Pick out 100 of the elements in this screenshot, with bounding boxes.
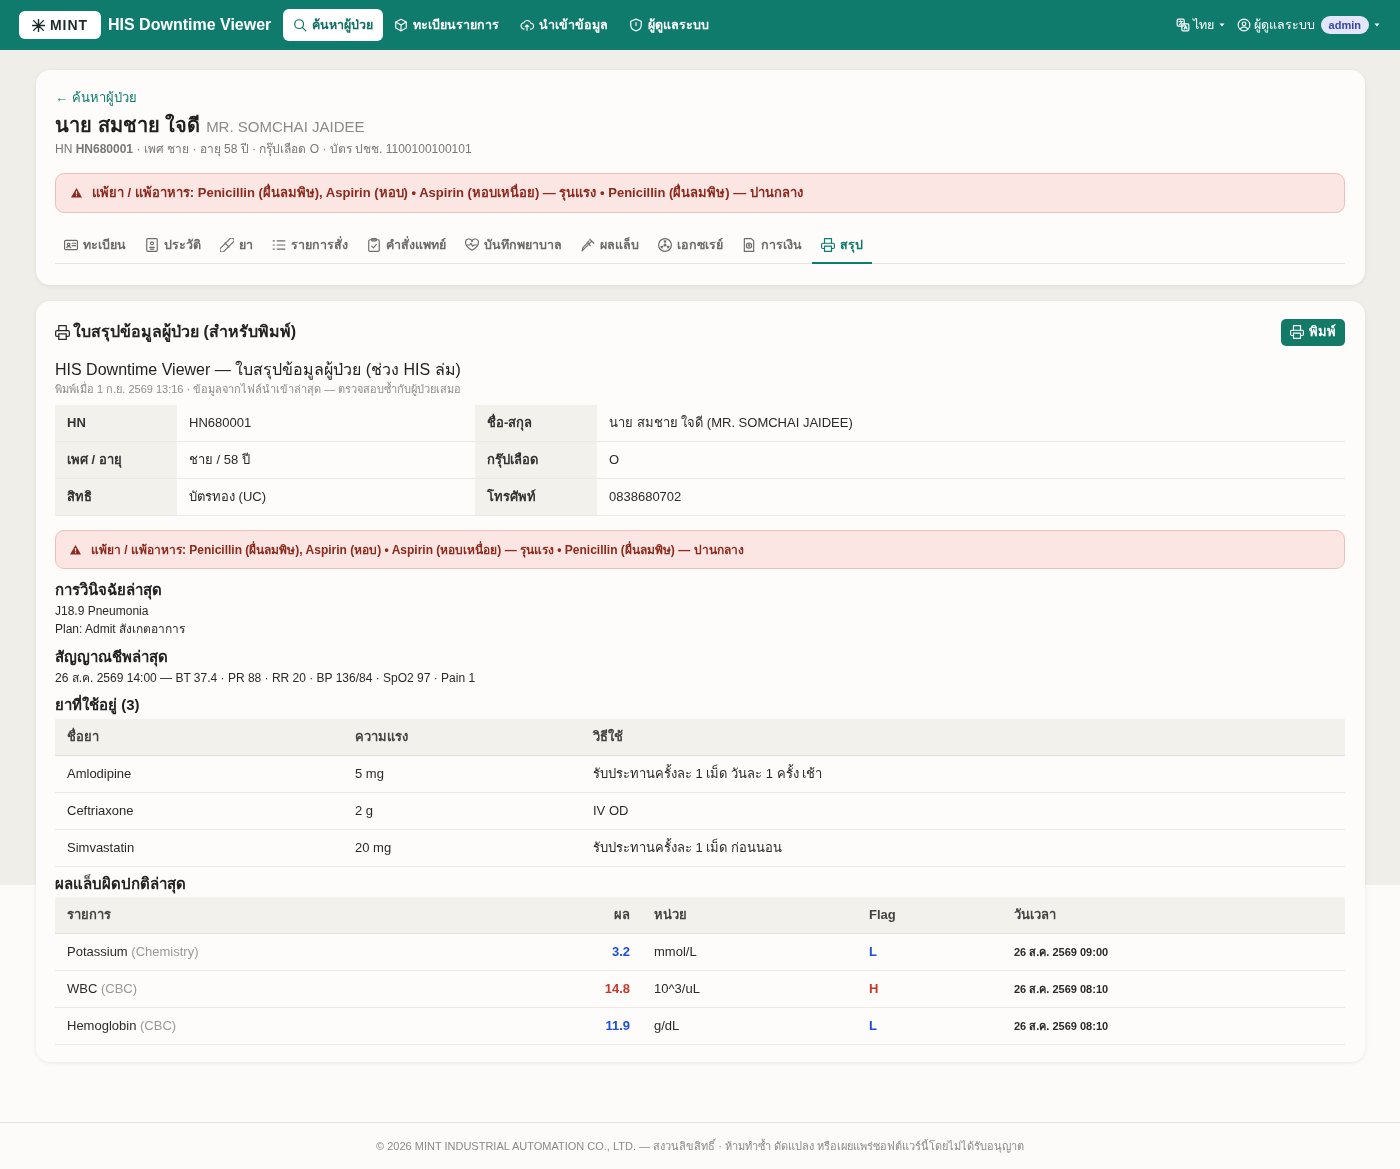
table-cell: mmol/L [642, 933, 857, 971]
allergy-alert-text: แพ้ยา / แพ้อาหาร: Penicillin (ผื่นลมพิษ), Aspirin (หอบ) • Aspirin (หอบเหนื่อย) — รุนแรง • Penicillin (ผื่นลมพิษ) — ปานกลาง [92, 184, 803, 202]
print-button[interactable]: พิมพ์ [1281, 318, 1345, 346]
field-value: O [597, 441, 1345, 479]
field-label: HN [55, 405, 177, 442]
tab[interactable]: คำสั่งแพทย์ [358, 228, 455, 264]
table-cell: รับประทานครั้งละ 1 เม็ด วันละ 1 ครั้ง เช้า [581, 755, 1345, 793]
section-title: ใบสรุปข้อมูลผู้ป่วย (สำหรับพิมพ์) [73, 321, 297, 343]
receipt-icon [742, 238, 756, 252]
role-badge: admin [1320, 16, 1369, 34]
printer-icon [821, 238, 835, 252]
logo-mark-icon [31, 18, 45, 32]
table-cell: 5 mg [343, 755, 581, 793]
pill-icon [220, 238, 234, 252]
tab[interactable]: สรุป [812, 228, 872, 264]
lab-result: 3.2 [580, 933, 642, 971]
lab-flag: H [857, 970, 1002, 1008]
lab-test-name: Hemoglobin [67, 1018, 137, 1033]
lab-test-name: WBC [67, 981, 98, 996]
column-header: ผล [580, 897, 642, 934]
tab[interactable]: ผลแล็บ [572, 228, 648, 264]
section-heading: ยาที่ใช้อยู่ (3) [55, 695, 141, 715]
table-cell: 20 mg [343, 829, 581, 867]
lab-flag: L [857, 933, 1002, 971]
lab-result: 14.8 [580, 970, 642, 1008]
tab[interactable]: ทะเบียน [55, 228, 135, 264]
field-value: นาย สมชาย ใจดี (MR. SOMCHAI JAIDEE) [597, 405, 1345, 442]
allergy-alert-text: แพ้ยา / แพ้อาหาร: Penicillin (ผื่นลมพิษ), Aspirin (หอบ) • Aspirin (หอบเหนื่อย) — รุนแรง • Penicillin (ผื่นลมพิษ) — ปานกลาง [91, 540, 744, 559]
user-icon [1236, 18, 1251, 32]
section-heading: การวินิจฉัยล่าสุด [55, 580, 163, 600]
table-cell: 10^3/uL [642, 970, 857, 1008]
vitals-text: 26 ส.ค. 2569 14:00 — BT 37.4 · PR 88 · RR 20 · BP 136/84 · SpO2 97 · Pain 1 [55, 670, 477, 687]
warning-icon [70, 187, 83, 199]
section-heading: สัญญาณชีพล่าสุด [55, 647, 169, 667]
document-title: HIS Downtime Viewer — ใบสรุปข้อมูลผู้ป่วย (ช่วง HIS ล่ม) [55, 359, 462, 381]
table-cell: 26 ส.ค. 2569 08:10 [1002, 970, 1345, 1008]
field-label: กรุ๊ปเลือด [475, 441, 597, 479]
column-header: รายการ [55, 897, 580, 934]
table-cell: รับประทานครั้งละ 1 เม็ด ก่อนนอน [581, 829, 1345, 867]
lab-group: (CBC) [140, 1018, 177, 1033]
nav-tab[interactable]: ค้นหาผู้ป่วย [283, 9, 384, 41]
field-value: 0838680702 [597, 478, 1345, 516]
caret-icon [1218, 22, 1225, 28]
lab-test-name: Potassium [67, 944, 128, 959]
document-subtitle: พิมพ์เมื่อ 1 ก.ย. 2569 13:16 · ข้อมูลจากไฟล์นำเข้าล่าสุด — ตรวจสอบซ้ำกับผู้ป่วยเสมอ [55, 381, 463, 397]
tab[interactable]: ประวัติ [136, 228, 210, 264]
diagnosis-text: Plan: Admit สังเกตอาการ [55, 621, 187, 638]
field-label: ชื่อ-สกุล [475, 405, 597, 442]
column-header: ความแรง [343, 719, 581, 756]
field-label: สิทธิ [55, 478, 177, 516]
table-cell: 2 g [343, 792, 581, 830]
column-header: ชื่อยา [55, 719, 343, 756]
nav-tab[interactable]: ผู้ดูแลระบบ [619, 9, 720, 41]
printer-icon [1290, 325, 1304, 339]
column-header: Flag [857, 897, 1002, 934]
list-icon [272, 238, 286, 252]
heart-pulse-icon [465, 238, 479, 252]
user-menu[interactable]: ผู้ดูแลระบบ admin [1236, 16, 1380, 34]
field-label: โทรศัพท์ [475, 478, 597, 516]
back-link[interactable]: ← ค้นหาผู้ป่วย [55, 89, 137, 107]
field-label: เพศ / อายุ [55, 441, 177, 479]
tab[interactable]: รายการสั่ง [263, 228, 357, 264]
warning-icon [69, 543, 82, 556]
translate-icon [1175, 18, 1190, 32]
column-header: หน่วย [642, 897, 857, 934]
tab[interactable]: การเงิน [733, 228, 811, 264]
patient-name-english: MR. SOMCHAI JAIDEE [206, 117, 365, 137]
nav-tab[interactable]: นำเข้าข้อมูล [510, 9, 619, 41]
shield-icon [629, 18, 644, 32]
lab-flag: L [857, 1007, 1002, 1045]
table-cell: Amlodipine [55, 755, 343, 793]
patient-name: นาย สมชาย ใจดี [55, 112, 201, 138]
section-heading: ผลแล็บผิดปกติล่าสุด [55, 874, 187, 894]
language-menu[interactable]: ไทย [1175, 16, 1225, 34]
box-icon [394, 18, 409, 32]
table-cell: g/dL [642, 1007, 857, 1045]
table-cell: Ceftriaxone [55, 792, 343, 830]
patient-meta: HN HN680001 · เพศ ชาย · อายุ 58 ปี · กรุ๊ปเลือด O · บัตร ปชช. 1100100100101 [55, 141, 473, 157]
cloud-upload-icon [520, 18, 535, 32]
search-icon [293, 18, 308, 32]
table-cell: Simvastatin [55, 829, 343, 867]
tab[interactable]: ยา [211, 228, 262, 264]
lab-group: (Chemistry) [131, 944, 199, 959]
tab[interactable]: เอกซเรย์ [649, 228, 732, 264]
id-card-icon [64, 238, 78, 252]
tab[interactable]: บันทึกพยาบาล [456, 228, 571, 264]
radiation-icon [658, 238, 672, 252]
copyright-text: © 2026 MINT INDUSTRIAL AUTOMATION CO., LTD. — สงวนลิขสิทธิ์ · ห้ามทำซ้ำ ดัดแปลง หรือเผยแพร่ซอฟต์แวร์นี้โดยไม่ได้รับอนุญาต [375, 1138, 1025, 1154]
printer-icon [55, 324, 70, 340]
nav-tab[interactable]: ทะเบียนรายการ [384, 9, 510, 41]
column-header: วันเวลา [1002, 897, 1345, 934]
caret-icon [1374, 22, 1380, 28]
app-title: HIS Downtime Viewer [108, 15, 272, 35]
column-header: วิธีใช้ [581, 719, 1345, 756]
table-cell: 26 ส.ค. 2569 09:00 [1002, 933, 1345, 971]
logo-text: MINT [49, 17, 89, 33]
lab-group: (CBC) [100, 981, 138, 996]
table-cell: 26 ส.ค. 2569 08:10 [1002, 1007, 1345, 1045]
diagnosis-text: J18.9 Pneumonia [55, 603, 150, 620]
document-icon [145, 238, 159, 252]
